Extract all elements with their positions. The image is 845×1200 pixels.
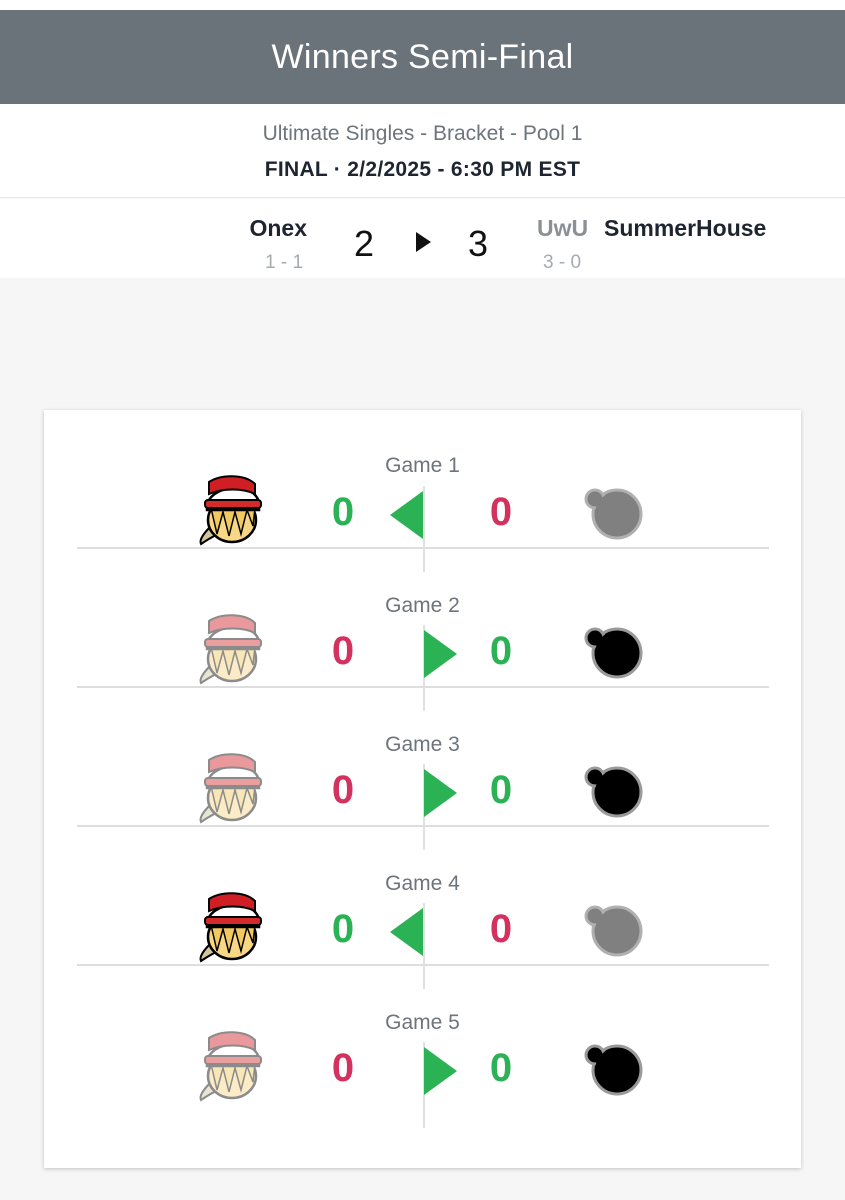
red-cap-fighter-icon [199, 475, 262, 546]
series-scoreboard: Onex 1 - 1 2 3 UwU SummerHouse 3 - 0 [0, 199, 845, 278]
top-strip [0, 0, 845, 10]
red-cap-fighter-icon [199, 1031, 262, 1102]
gray-blob-icon [584, 905, 643, 957]
game-winner-right-arrow-icon [424, 769, 457, 817]
left-player-record: 1 - 1 [265, 252, 304, 273]
red-cap-fighter-icon [199, 614, 262, 685]
black-blob-icon [584, 766, 643, 818]
right-series-score: 3 [468, 223, 489, 264]
series-winner-arrow-icon [416, 232, 431, 252]
right-game-score: 0 [489, 1046, 513, 1090]
right-player-name[interactable]: SummerHouse [604, 215, 766, 242]
right-game-score: 0 [489, 629, 513, 673]
left-game-score: 0 [331, 490, 355, 534]
left-game-score: 0 [331, 629, 355, 673]
games-card: Game 1 0 0 Game 2 0 0 Game 3 0 0 Game 4 … [44, 410, 801, 1168]
game-winner-right-arrow-icon [424, 630, 457, 678]
game-label: Game 4 [385, 872, 460, 895]
gray-blob-icon [584, 488, 643, 540]
right-game-score: 0 [489, 907, 513, 951]
game-label: Game 3 [385, 733, 460, 756]
game-winner-left-arrow-icon [390, 491, 423, 539]
right-player-tag: UwU [537, 215, 589, 241]
right-game-score: 0 [489, 768, 513, 812]
round-title: Winners Semi-Final [271, 37, 574, 76]
left-game-score: 0 [331, 768, 355, 812]
game-row: Game 4 0 0 [44, 827, 801, 989]
red-cap-fighter-icon [199, 753, 262, 824]
game-label: Game 1 [385, 454, 460, 477]
game-row: Game 5 0 0 [44, 966, 801, 1128]
black-blob-icon [584, 1044, 643, 1096]
black-blob-icon [584, 627, 643, 679]
game-winner-left-arrow-icon [390, 908, 423, 956]
game-label: Game 5 [385, 1011, 460, 1034]
match-status: FINAL · 2/2/2025 - 6:30 PM EST [264, 158, 581, 181]
game-row: Game 2 0 0 [44, 549, 801, 711]
right-player-record: 3 - 0 [543, 252, 582, 273]
left-player-name[interactable]: Onex [249, 215, 307, 242]
event-name[interactable]: Ultimate Singles - Bracket - Pool 1 [0, 122, 845, 146]
match-info-panel: Ultimate Singles - Bracket - Pool 1 FINA… [0, 104, 845, 198]
left-game-score: 0 [331, 907, 355, 951]
left-series-score: 2 [354, 223, 375, 264]
left-game-score: 0 [331, 1046, 355, 1090]
game-row: Game 3 0 0 [44, 688, 801, 850]
round-title-bar: Winners Semi-Final [0, 10, 845, 104]
game-row: Game 1 0 0 [44, 410, 801, 572]
game-winner-right-arrow-icon [424, 1047, 457, 1095]
right-game-score: 0 [489, 490, 513, 534]
red-cap-fighter-icon [199, 892, 262, 963]
game-label: Game 2 [385, 594, 460, 617]
